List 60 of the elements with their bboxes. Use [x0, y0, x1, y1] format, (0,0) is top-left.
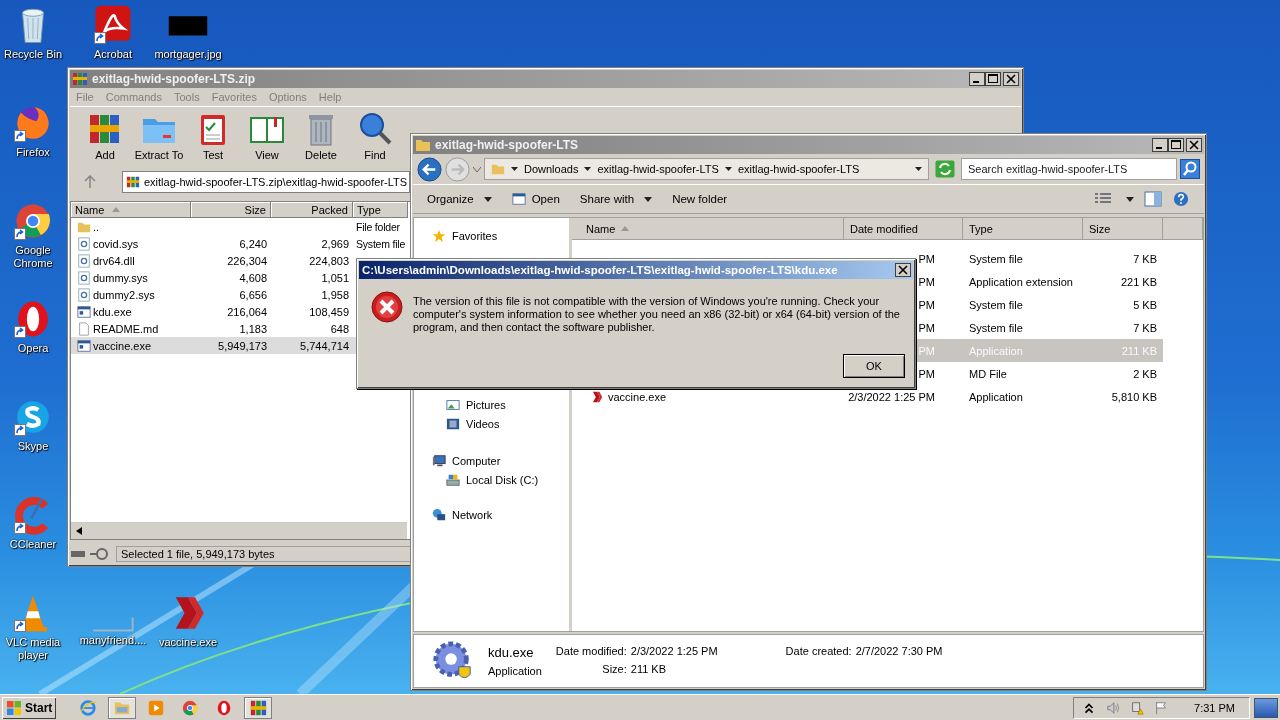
- file-name: kdu.exe: [488, 645, 535, 660]
- packed-size: 1,051: [321, 271, 349, 284]
- file-type: Application: [488, 665, 542, 677]
- file-size: 7 KB: [1133, 252, 1157, 265]
- date-modified: PM: [918, 344, 935, 357]
- file-type: Application: [969, 390, 1023, 403]
- file-name: ..: [93, 220, 100, 233]
- window-title: exitlag-hwid-spoofer-LTS: [435, 138, 579, 152]
- window-title: exitlag-hwid-spoofer-LTS.zip: [92, 72, 256, 86]
- file-size: 1,183: [239, 322, 267, 335]
- file-type: File folder: [356, 220, 400, 233]
- file-size: 221 KB: [1120, 275, 1157, 288]
- file-type: Application extension: [969, 275, 1073, 288]
- file-size: 216,064: [227, 305, 267, 318]
- file-name: vaccine.exe: [93, 339, 152, 352]
- file-type: System file: [969, 252, 1023, 265]
- packed-size: 1,958: [321, 288, 349, 301]
- file-size: 7 KB: [1133, 321, 1157, 334]
- file-name: dummy2.sys: [93, 288, 155, 301]
- file-name: dummy.sys: [93, 271, 148, 284]
- file-size: 5,810 KB: [1111, 390, 1157, 403]
- file-type: System file: [969, 321, 1023, 334]
- file-name: README.md: [93, 322, 159, 335]
- date-modified: PM: [918, 367, 935, 380]
- file-size: 2 KB: [1133, 367, 1157, 380]
- file-size: 6,240: [239, 237, 267, 250]
- date-modified: PM: [918, 321, 935, 334]
- date-modified: PM: [918, 275, 935, 288]
- detail-value: 2/3/2022 1:25 PM: [630, 645, 718, 657]
- detail-label: Date modified:: [555, 645, 627, 657]
- packed-size: 648: [330, 322, 349, 335]
- file-size: 5 KB: [1133, 298, 1157, 311]
- file-name: kdu.exe: [93, 305, 132, 318]
- detail-label: Date created:: [785, 645, 852, 657]
- packed-size: 2,969: [321, 237, 349, 250]
- clock: 7:31 PM: [1194, 701, 1235, 714]
- file-size: 226,304: [227, 254, 267, 267]
- packed-size: 5,744,714: [300, 339, 349, 352]
- file-size: 4,608: [239, 271, 267, 284]
- dialog-title: C:\Users\admin\Downloads\exitlag-hwid-spoofer-LTS\exitlag-hwid-spoofer-LTS\kdu.exe: [362, 264, 838, 276]
- file-name: covid.sys: [93, 237, 139, 250]
- file-size: 5,949,173: [218, 339, 267, 352]
- packed-size: 224,803: [309, 254, 349, 267]
- file-type: MD File: [969, 367, 1007, 380]
- file-type: Application: [969, 344, 1023, 357]
- date-modified: PM: [918, 298, 935, 311]
- packed-size: 108,459: [309, 305, 349, 318]
- detail-value: 211 KB: [630, 663, 668, 675]
- date-modified: 2/3/2022 1:25 PM: [848, 390, 935, 403]
- file-type: System file: [969, 298, 1023, 311]
- detail-label: Size:: [602, 663, 627, 675]
- date-modified: PM: [918, 252, 935, 265]
- file-name: drv64.dll: [93, 254, 135, 267]
- file-size: 211 KB: [1121, 344, 1157, 357]
- file-name: vaccine.exe: [608, 390, 667, 403]
- file-size: 6,656: [239, 288, 267, 301]
- file-type: System file: [356, 237, 406, 250]
- dialog-message: The version of this file is not compatible with the version of Windows you're running. Check your computer's system information to see whether you need an x86 (32-bit) or x64 (64-bit) version of the program, and then contact the software publisher.: [413, 295, 901, 334]
- archive-path: exitlag-hwid-spoofer-LTS.zip\exitlag-hwid-spoofer-LTS: [144, 176, 408, 188]
- detail-value: 2/7/2022 7:30 PM: [855, 645, 943, 657]
